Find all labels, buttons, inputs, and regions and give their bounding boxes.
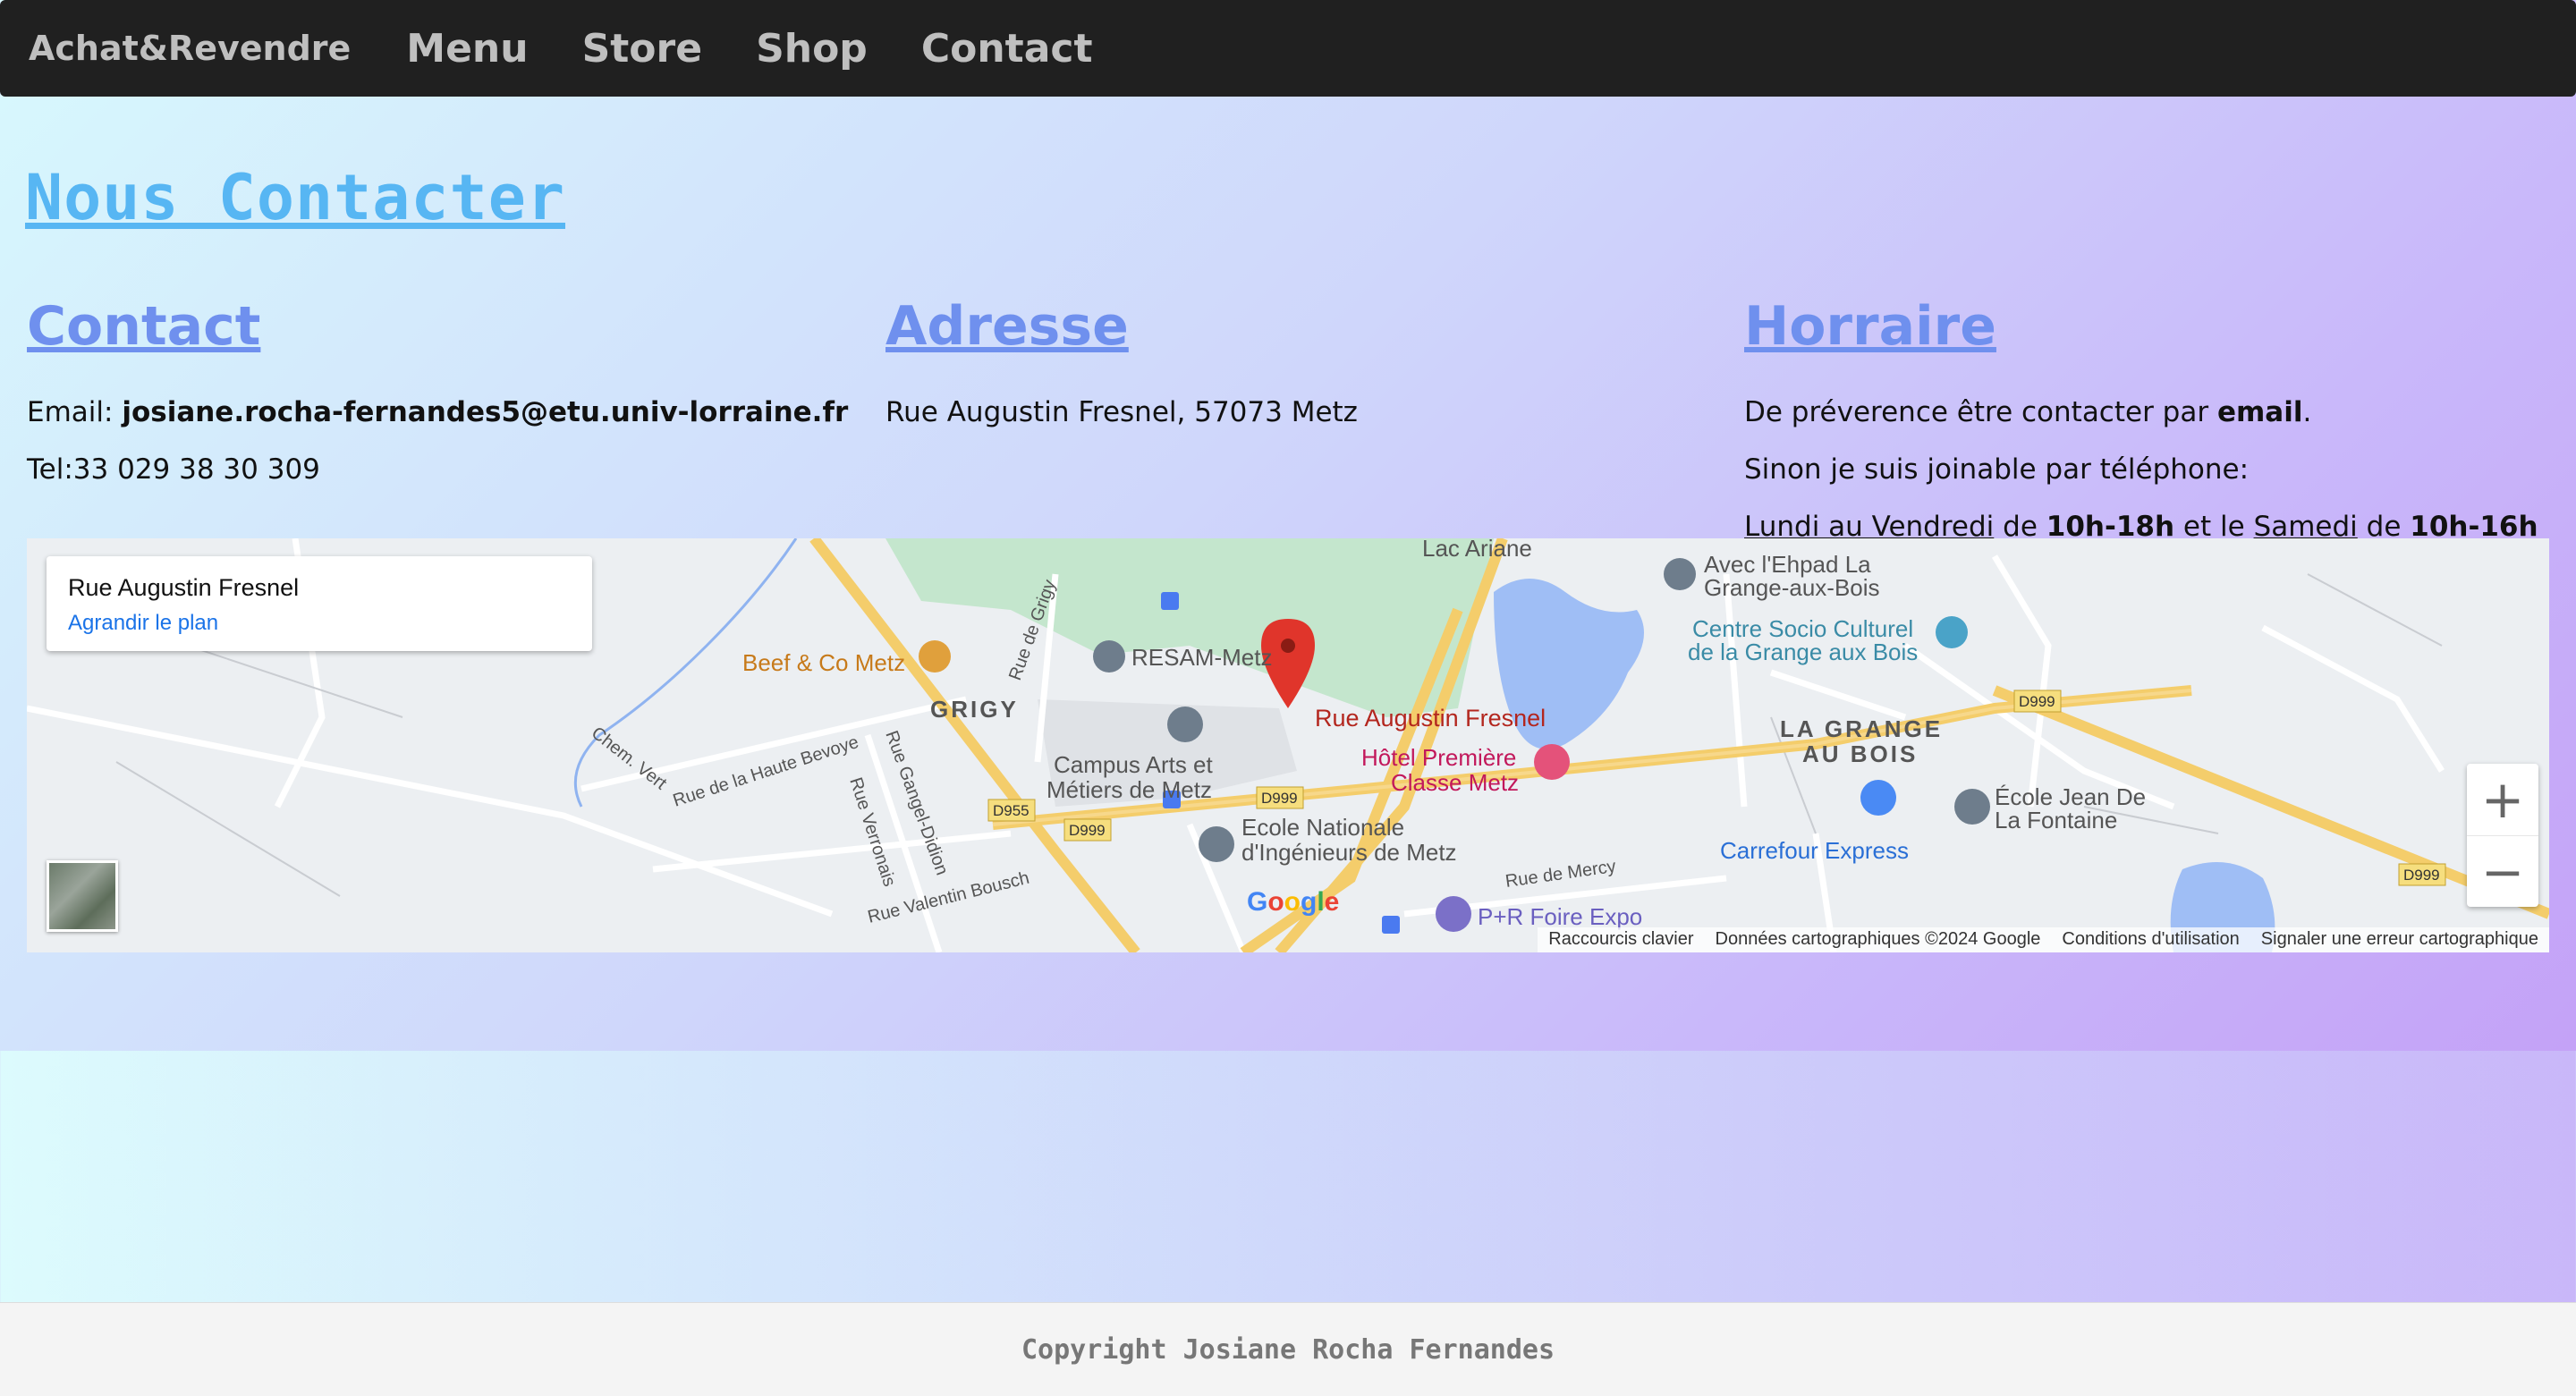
ecole-label-1: Ecole Nationale bbox=[1241, 814, 1404, 841]
campus-label-1: Campus Arts et bbox=[1054, 751, 1214, 778]
resam-label: RESAM-Metz bbox=[1131, 644, 1272, 671]
copyright-text: Copyright Josiane Rocha Fernandes bbox=[1021, 1333, 1555, 1366]
pin-icon-2 bbox=[1664, 558, 1696, 590]
bus-stop-icon-2 bbox=[1382, 916, 1400, 934]
hours-email-bold: email bbox=[2216, 396, 2303, 428]
address-heading: Adresse bbox=[886, 295, 1129, 358]
tel-line: Tel:33 029 38 30 309 bbox=[27, 453, 320, 486]
road-d999-label: D999 bbox=[1069, 822, 1106, 839]
email-line: Email: josiane.rocha-fernandes5@etu.univ… bbox=[27, 395, 848, 429]
grange-label-2: AU BOIS bbox=[1802, 740, 1918, 767]
ehpad-label-2: Grange-aux-Bois bbox=[1704, 574, 1880, 601]
enlarge-map-link[interactable]: Agrandir le plan bbox=[68, 611, 592, 636]
contact-column: Contact Email: josiane.rocha-fernandes5@… bbox=[27, 286, 848, 510]
pr-label: P+R Foire Expo bbox=[1478, 903, 1642, 930]
road-d955-label: D955 bbox=[993, 802, 1030, 819]
email-value[interactable]: josiane.rocha-fernandes5@etu.univ-lorrai… bbox=[122, 396, 848, 428]
nav-link-contact[interactable]: Contact bbox=[921, 26, 1093, 72]
lac-label: Lac Ariane bbox=[1422, 538, 1532, 562]
footer: Copyright Josiane Rocha Fernandes bbox=[0, 1302, 2576, 1396]
marker-label: Rue Augustin Fresnel bbox=[1315, 705, 1546, 732]
road-d999-label-4: D999 bbox=[2403, 867, 2440, 884]
zoom-in-button[interactable]: + bbox=[2467, 764, 2538, 836]
keyboard-shortcuts-link[interactable]: Raccourcis clavier bbox=[1538, 927, 1704, 952]
ecole-label-2: d'Ingénieurs de Metz bbox=[1241, 839, 1457, 866]
grange-label-1: LA GRANGE bbox=[1780, 715, 1943, 742]
hours-line-1-end: . bbox=[2302, 396, 2312, 428]
address-text: Rue Augustin Fresnel, 57073 Metz bbox=[886, 396, 1358, 428]
google-logo: Google bbox=[1247, 887, 1340, 917]
hours-heading: Horraire bbox=[1744, 295, 1996, 358]
hotel-icon bbox=[1534, 744, 1570, 780]
nav-link-menu[interactable]: Menu bbox=[406, 26, 528, 72]
terms-link[interactable]: Conditions d'utilisation bbox=[2051, 927, 2250, 952]
school-icon-3 bbox=[1954, 789, 1990, 825]
map-attribution: Raccourcis clavier Données cartographiqu… bbox=[1538, 927, 2549, 952]
school-icon-2 bbox=[1199, 826, 1234, 862]
culture-icon bbox=[1936, 616, 1968, 648]
address-column: Adresse Rue Augustin Fresnel, 57073 Metz bbox=[886, 286, 1690, 453]
navbar: Achat&Revendre Menu Store Shop Contact bbox=[0, 0, 2576, 97]
csc-label-2: de la Grange aux Bois bbox=[1688, 639, 1918, 665]
pin-icon bbox=[1093, 640, 1125, 673]
hours-column: Horraire De préverence être contacter pa… bbox=[1744, 286, 2549, 567]
road-d999-label-2: D999 bbox=[1261, 790, 1298, 807]
hotel-label-1: Hôtel Première bbox=[1361, 744, 1516, 771]
map-embed[interactable]: Rue Augustin Fresnel Beef & Co Metz GRIG… bbox=[27, 538, 2549, 952]
parking-icon bbox=[1436, 896, 1471, 932]
page-title: Nous Contacter bbox=[25, 161, 566, 234]
satellite-toggle-button[interactable] bbox=[47, 860, 118, 932]
nav-brand[interactable]: Achat&Revendre bbox=[29, 29, 351, 68]
hotel-label-2: Classe Metz bbox=[1391, 769, 1519, 796]
contact-heading: Contact bbox=[27, 295, 261, 358]
report-error-link[interactable]: Signaler une erreur cartographique bbox=[2250, 927, 2549, 952]
map-info-card: Rue Augustin Fresnel Agrandir le plan bbox=[47, 556, 592, 651]
bus-stop-icon-3 bbox=[1161, 592, 1179, 610]
nav-link-store[interactable]: Store bbox=[582, 26, 703, 72]
carrefour-label: Carrefour Express bbox=[1720, 837, 1909, 864]
road-d999-label-3: D999 bbox=[2019, 693, 2055, 710]
nav-link-shop[interactable]: Shop bbox=[756, 26, 868, 72]
shopping-cart-icon bbox=[1860, 780, 1896, 816]
restaurant-icon bbox=[919, 640, 951, 673]
map-data-text: Données cartographiques ©2024 Google bbox=[1715, 929, 2041, 949]
map-card-title: Rue Augustin Fresnel bbox=[68, 574, 300, 601]
zoom-controls: + − bbox=[2467, 764, 2538, 907]
zoom-out-button[interactable]: − bbox=[2467, 836, 2538, 908]
beef-label: Beef & Co Metz bbox=[742, 649, 905, 676]
hours-line-1-text: De préverence être contacter par bbox=[1744, 396, 2217, 428]
hours-line-1: De préverence être contacter par email. bbox=[1744, 395, 2549, 429]
campus-label-2: Métiers de Metz bbox=[1046, 776, 1212, 803]
email-label: Email: bbox=[27, 396, 114, 428]
ejdlf-label-2: La Fontaine bbox=[1995, 807, 2117, 833]
grigy-label: GRIGY bbox=[930, 696, 1019, 723]
school-icon bbox=[1167, 706, 1203, 742]
hours-line-2: Sinon je suis joinable par téléphone: bbox=[1744, 453, 2250, 486]
